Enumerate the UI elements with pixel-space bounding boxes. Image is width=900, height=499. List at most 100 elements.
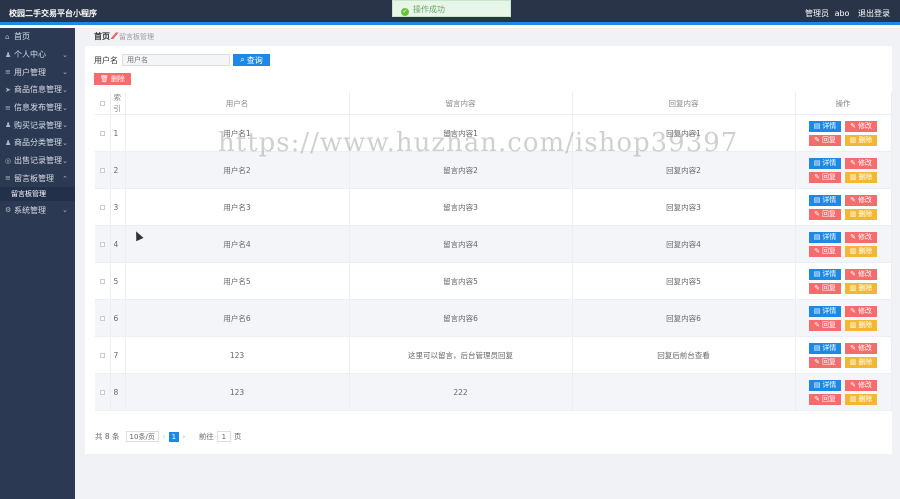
sidebar-item-home[interactable]: ⌂ 首页 [0,28,75,46]
edit-button[interactable]: ✎ 修改 [845,120,877,132]
search-button[interactable]: ⌕ 查询 [233,54,270,66]
detail-button[interactable]: ▤ 详情 [809,305,841,317]
trash-icon: ▥ [849,285,857,292]
reply-button[interactable]: ✎ 回复 [809,208,841,220]
cell-actions: ▤ 详情 ✎ 修改 ✎ 回复 ▥ 删除 [795,262,892,300]
pencil-icon: ✎ [850,382,856,389]
cell-username: 用户名1 [125,114,350,152]
detail-button[interactable]: ▤ 详情 [809,342,841,354]
delete-button[interactable]: ▥ 删除 [845,208,877,220]
sidebar-item-label: 商品分类管理 [14,138,62,148]
detail-button[interactable]: ▤ 详情 [809,231,841,243]
sidebar-item-sales[interactable]: ◎ 出售记录管理 ⌄ [0,152,75,170]
delete-button[interactable]: ▥ 删除 [845,134,877,146]
chevron-down-icon: ⌄ [62,50,68,59]
sidebar-item-users[interactable]: ≡ 用户管理 ⌄ [0,63,75,81]
sidebar-item-label: 信息发布管理 [14,103,62,113]
sidebar-item-profile[interactable]: ♟ 个人中心 ⌄ [0,46,75,64]
cell-index: 6 [110,299,126,337]
delete-button[interactable]: ▥ 删除 [845,393,877,405]
delete-button[interactable]: ▥ 删除 [845,171,877,183]
edit-button[interactable]: ✎ 修改 [845,305,877,317]
edit-button[interactable]: ✎ 修改 [845,379,877,391]
row-checkbox[interactable] [95,225,111,263]
row-checkbox[interactable] [95,262,111,300]
batch-delete-button[interactable]: 🗑 删除 [94,73,131,85]
sidebar-item-goods[interactable]: ➤ 商品信息管理 ⌄ [0,81,75,99]
sidebar-item-categories[interactable]: ♟ 商品分类管理 ⌄ [0,134,75,152]
chevron-down-icon: ⌄ [62,156,68,165]
edit-button[interactable]: ✎ 修改 [845,194,877,206]
user-area: 管理员 abo 退出登录 [799,8,890,19]
delete-button[interactable]: ▥ 删除 [845,245,877,257]
detail-button[interactable]: ▤ 详情 [809,120,841,132]
cell-username: 123 [125,336,350,374]
page-size-select[interactable]: 10条/页 [125,431,159,442]
breadcrumb: 首页 ⁄⁄ 留言板管理 [94,31,154,42]
search-button-label: 查询 [246,55,263,65]
sidebar-subitem-label: 留言板管理 [11,190,46,199]
reply-button[interactable]: ✎ 回复 [809,134,841,146]
reply-label: 回复 [821,322,836,329]
sidebar-item-purchases[interactable]: ♟ 购买记录管理 ⌄ [0,116,75,134]
row-checkbox[interactable] [95,299,111,337]
username-search-input[interactable] [122,54,230,66]
next-page-icon[interactable]: › [179,432,189,441]
detail-button[interactable]: ▤ 详情 [809,157,841,169]
select-all-checkbox[interactable] [95,92,111,115]
cell-reply: 回复后前台查看 [572,336,796,374]
message-table: 索引 用户名 留言内容 回复内容 操作 1 用户名1 留言内容1 回复内容1 ▤ 详情 ✎ 修… [95,92,892,411]
reply-button[interactable]: ✎ 回复 [809,393,841,405]
sidebar-subitem-messages[interactable]: 留言板管理 [0,187,75,202]
trash-icon: ▥ [849,396,857,403]
cell-username: 用户名6 [125,299,350,337]
goto-page-input[interactable]: 1 [216,431,231,442]
cell-username: 用户名3 [125,188,350,226]
row-checkbox[interactable] [95,114,111,152]
detail-button[interactable]: ▤ 详情 [809,268,841,280]
edit-button[interactable]: ✎ 修改 [845,342,877,354]
reply-label: 回复 [821,211,836,218]
sidebar-item-system[interactable]: ⚙ 系统管理 ⌄ [0,201,75,219]
reply-button[interactable]: ✎ 回复 [809,245,841,257]
row-checkbox[interactable] [95,373,111,411]
detail-label: 详情 [822,382,837,389]
delete-button[interactable]: ▥ 删除 [845,282,877,294]
edit-label: 修改 [857,197,872,204]
delete-button[interactable]: ▥ 删除 [845,319,877,331]
sidebar-item-posts[interactable]: ≡ 信息发布管理 ⌄ [0,99,75,117]
detail-button[interactable]: ▤ 详情 [809,194,841,206]
edit-label: 修改 [857,123,872,130]
reply-button[interactable]: ✎ 回复 [809,171,841,183]
edit-button[interactable]: ✎ 修改 [845,231,877,243]
logout-link[interactable]: 退出登录 [858,9,890,18]
doc-icon: ▤ [813,382,821,389]
edit-button[interactable]: ✎ 修改 [845,157,877,169]
user-role: 管理员 [805,9,830,18]
pencil-icon: ✎ [850,271,856,278]
detail-button[interactable]: ▤ 详情 [809,379,841,391]
column-header-username: 用户名 [125,92,350,115]
reply-button[interactable]: ✎ 回复 [809,356,841,368]
row-checkbox[interactable] [95,188,111,226]
row-checkbox[interactable] [95,336,111,374]
delete-button[interactable]: ▥ 删除 [845,356,877,368]
row-checkbox[interactable] [95,151,111,189]
toast-message: 操作成功 [413,5,445,14]
pencil-icon: ✎ [850,308,856,315]
prev-page-icon[interactable]: ‹ [159,432,169,441]
sidebar-item-messages[interactable]: ≡ 留言板管理 ⌃ [0,170,75,188]
cell-message: 这里可以留言，后台管理员回复 [349,336,573,374]
check-circle-icon: ✓ [401,8,409,16]
breadcrumb-home[interactable]: 首页 [94,31,110,42]
detail-label: 详情 [822,234,837,241]
reply-button[interactable]: ✎ 回复 [809,282,841,294]
edit-button[interactable]: ✎ 修改 [845,268,877,280]
reply-button[interactable]: ✎ 回复 [809,319,841,331]
cell-reply: 回复内容5 [572,262,796,300]
table-row: 7 123 这里可以留言，后台管理员回复 回复后前台查看 ▤ 详情 ✎ 修改 ✎ 回复 ▥ 删除 [95,336,892,374]
search-form: 用户名 ⌕查询 [94,54,270,66]
home-icon: ⌂ [5,32,10,41]
cell-message: 留言内容6 [349,299,573,337]
page-number[interactable]: 1 [168,431,179,442]
